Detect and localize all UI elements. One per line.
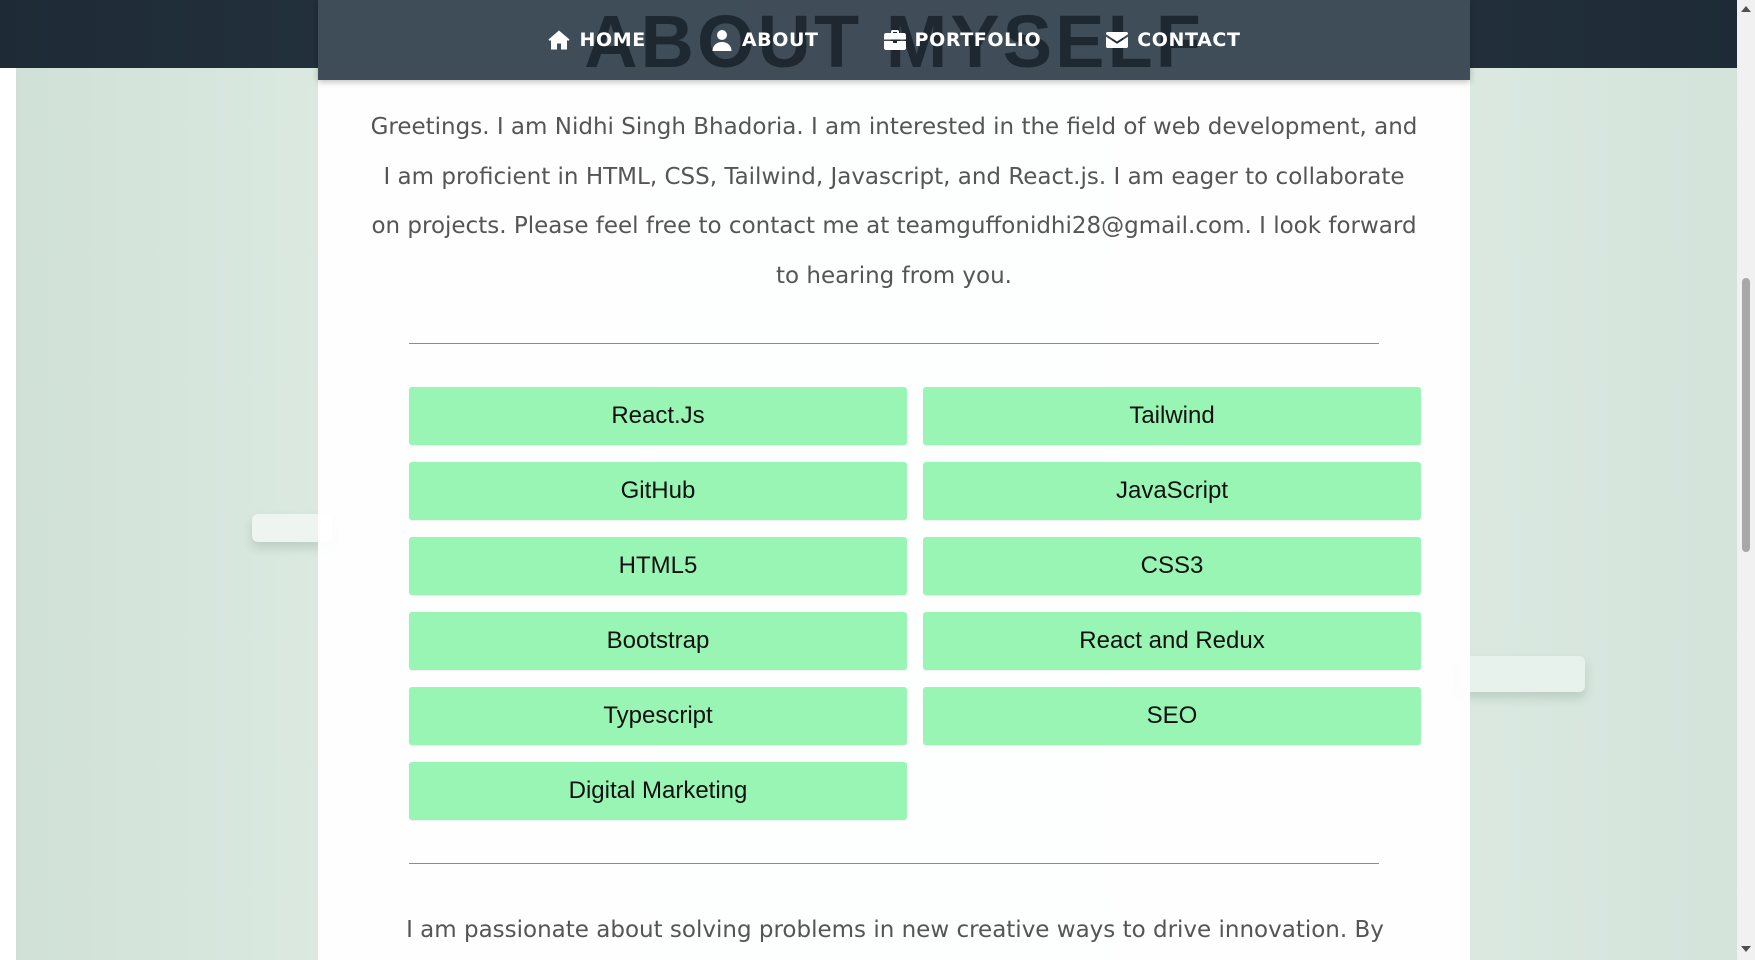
nav-contact-link[interactable]: CONTACT: [1105, 28, 1240, 52]
skill-typescript[interactable]: Typescript: [409, 687, 907, 745]
main-nav: HOME ABOUT PORTFOLIO CONTACT: [318, 0, 1470, 80]
envelope-icon: [1105, 28, 1129, 52]
skill-react-js[interactable]: React.Js: [409, 387, 907, 445]
nav-contact-label: CONTACT: [1137, 29, 1241, 51]
page-left-strip: [0, 0, 16, 960]
nav-home-link[interactable]: HOME: [547, 28, 645, 52]
nav-portfolio-label: PORTFOLIO: [914, 29, 1042, 51]
nav-about-label: ABOUT: [741, 29, 819, 51]
skills-grid: React.Js Tailwind GitHub JavaScript HTML…: [409, 387, 1421, 820]
outro-paragraph: I am passionate about solving problems i…: [406, 917, 1384, 943]
skill-bootstrap[interactable]: Bootstrap: [409, 612, 907, 670]
divider-top: [409, 343, 1379, 344]
skill-html5[interactable]: HTML5: [409, 537, 907, 595]
scroll-down-arrow-icon[interactable]: [1741, 946, 1751, 952]
briefcase-icon: [883, 28, 907, 52]
scrollbar-thumb[interactable]: [1742, 278, 1750, 552]
skill-javascript[interactable]: JavaScript: [923, 462, 1421, 520]
intro-paragraph: Greetings. I am Nidhi Singh Bhadoria. I …: [370, 114, 1418, 289]
skill-digital-marketing[interactable]: Digital Marketing: [409, 762, 907, 820]
skill-github[interactable]: GitHub: [409, 462, 907, 520]
skill-tailwind[interactable]: Tailwind: [923, 387, 1421, 445]
skill-react-redux[interactable]: React and Redux: [923, 612, 1421, 670]
nav-portfolio-link[interactable]: PORTFOLIO: [883, 28, 1042, 52]
skill-css3[interactable]: CSS3: [923, 537, 1421, 595]
scroll-up-arrow-icon[interactable]: [1741, 6, 1751, 12]
vertical-scrollbar[interactable]: [1737, 0, 1755, 960]
home-icon: [547, 28, 571, 52]
user-icon: [710, 28, 734, 52]
skill-seo[interactable]: SEO: [923, 687, 1421, 745]
nav-home-label: HOME: [579, 29, 646, 51]
nav-about-link[interactable]: ABOUT: [710, 28, 819, 52]
divider-bottom: [409, 863, 1379, 864]
decorative-shelf-right: [1460, 656, 1585, 692]
